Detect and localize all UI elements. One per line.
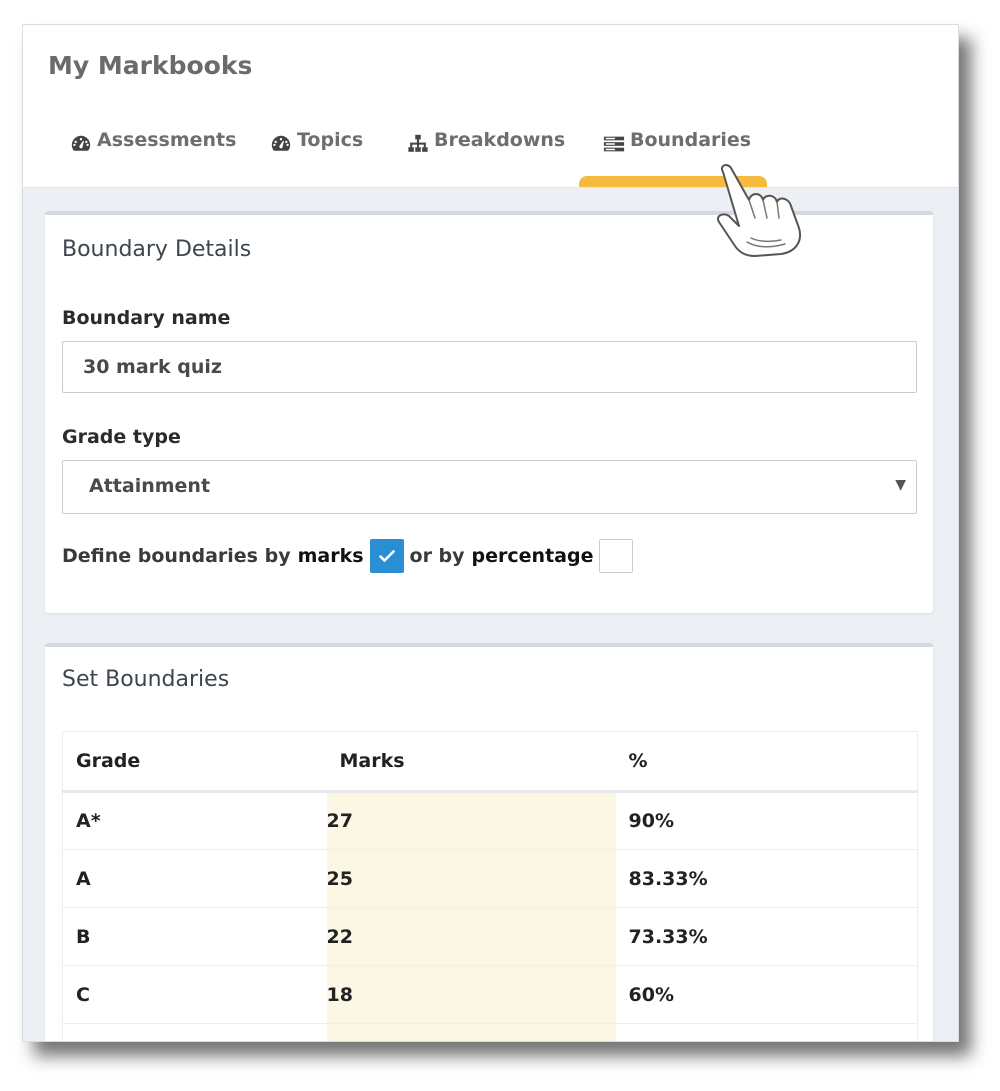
active-tab-indicator (579, 176, 767, 187)
table-row: B 22 73.33% (62, 907, 918, 966)
boundaries-table: Grade Marks % A* 27 90% A 25 83.33% B 22… (62, 731, 918, 1041)
sitemap-icon (407, 129, 429, 160)
grade-cell: C (62, 965, 327, 1024)
app-window: My Markbooks Assessments Topics Breakdow… (22, 24, 959, 1042)
boundary-name-label: Boundary name (62, 307, 231, 329)
tab-breakdowns[interactable]: Breakdowns (407, 129, 565, 187)
boundary-name-input[interactable] (62, 341, 917, 393)
column-header-grade: Grade (62, 731, 327, 793)
table-row: A* 27 90% (62, 791, 918, 850)
percentage-checkbox[interactable] (599, 539, 634, 573)
grade-type-label: Grade type (62, 426, 181, 448)
panel-title: Set Boundaries (62, 667, 230, 692)
or-text: or by (409, 545, 465, 567)
grade-cell: B (62, 907, 327, 966)
page-title: My Markbooks (48, 51, 253, 80)
check-icon (378, 550, 395, 562)
marks-cell[interactable]: 18 (326, 965, 616, 1024)
set-boundaries-panel: Set Boundaries Grade Marks % A* 27 90% A (45, 643, 933, 1041)
table-row: C 18 60% (62, 965, 918, 1024)
marks-checkbox[interactable] (369, 539, 404, 573)
tab-label: Breakdowns (434, 129, 566, 151)
grade-cell (62, 1023, 327, 1041)
tab-bar: Assessments Topics Breakdowns Boundaries (23, 129, 958, 187)
caret-down-icon: ▼ (895, 477, 906, 493)
define-text: Define boundaries by (62, 545, 291, 567)
percentage-word: percentage (471, 545, 594, 567)
grade-type-value: Attainment (89, 475, 211, 497)
table-row: A 25 83.33% (62, 849, 918, 908)
percent-cell: 73.33% (615, 907, 918, 966)
marks-word: marks (297, 545, 364, 567)
grade-cell: A* (62, 791, 327, 850)
tab-label: Topics (297, 129, 364, 151)
grade-cell: A (62, 849, 327, 908)
dashboard-icon (70, 129, 92, 160)
percent-cell (615, 1023, 918, 1041)
percent-cell: 83.33% (615, 849, 918, 908)
boundary-details-panel: Boundary Details Boundary name Grade typ… (45, 211, 933, 613)
percent-cell: 90% (615, 791, 918, 850)
marks-cell[interactable]: 27 (326, 791, 616, 850)
table-row (62, 1023, 918, 1041)
tab-label: Boundaries (630, 129, 752, 151)
marks-cell[interactable]: 25 (326, 849, 616, 908)
dashboard-icon (270, 129, 292, 160)
panel-title: Boundary Details (62, 237, 252, 262)
grade-type-select[interactable]: Attainment ▼ (62, 460, 917, 514)
header: My Markbooks Assessments Topics Breakdow… (23, 25, 958, 188)
define-boundaries-row: Define boundaries by marks or by percent… (62, 539, 639, 573)
percent-cell: 60% (615, 965, 918, 1024)
list-icon (603, 129, 625, 160)
tab-label: Assessments (97, 129, 237, 151)
tab-assessments[interactable]: Assessments (70, 129, 236, 187)
column-header-marks: Marks (326, 731, 616, 793)
tab-topics[interactable]: Topics (270, 129, 363, 187)
marks-cell[interactable] (326, 1023, 616, 1041)
table-header-row: Grade Marks % (62, 731, 918, 793)
marks-cell[interactable]: 22 (326, 907, 616, 966)
column-header-percent: % (615, 731, 918, 793)
